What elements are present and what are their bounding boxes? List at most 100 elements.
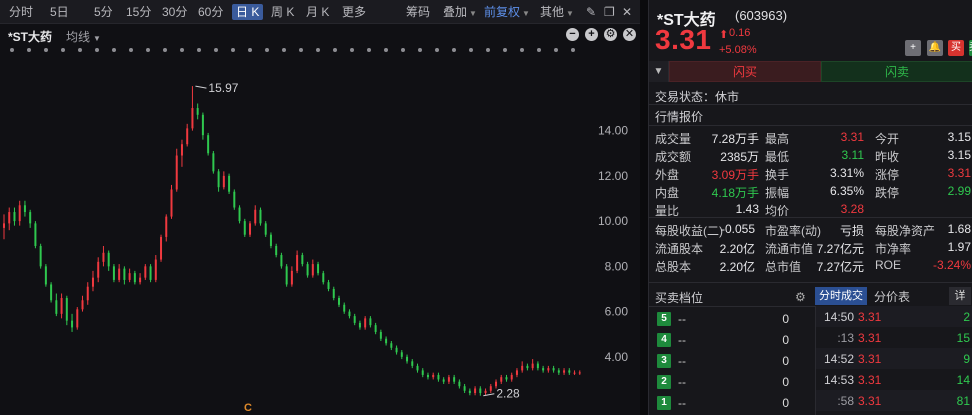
event-marker-dot[interactable]	[163, 48, 167, 52]
last-price: 3.31	[655, 24, 712, 55]
candle-body	[112, 266, 115, 280]
other-dropdown[interactable]: 其他 ▼	[540, 4, 574, 20]
period-5min[interactable]: 5分	[94, 4, 113, 20]
tab-detail[interactable]: 详	[949, 287, 971, 305]
period-60min[interactable]: 60分	[198, 4, 223, 20]
candle	[8, 207, 11, 231]
event-marker-dot[interactable]	[10, 48, 14, 52]
kline-chart[interactable]: 14.00 12.00 10.00 8.00 6.00 4.00 15.97 2.28 C	[0, 46, 640, 415]
candle-body	[180, 144, 183, 156]
event-marker-dot[interactable]	[44, 48, 48, 52]
event-marker-dot[interactable]	[537, 48, 541, 52]
event-marker-dot[interactable]	[27, 48, 31, 52]
chart-panel: 分时 5日 5分 15分 30分 60分 日 K 周 K 月 K 更多 筹码 叠…	[0, 0, 640, 415]
event-marker-dot[interactable]	[146, 48, 150, 52]
chips-button[interactable]: 筹码	[406, 4, 430, 20]
candle	[479, 386, 482, 396]
candle	[432, 372, 435, 380]
period-monthly[interactable]: 月 K	[306, 4, 329, 20]
event-marker-dot[interactable]	[333, 48, 337, 52]
period-5day[interactable]: 5日	[50, 4, 69, 20]
buy-button[interactable]: 买	[948, 40, 964, 56]
event-marker-dot[interactable]	[571, 48, 575, 52]
event-marker-dot[interactable]	[316, 48, 320, 52]
candle-body	[264, 223, 267, 235]
collapse-icon[interactable]: ▼	[649, 61, 669, 82]
event-marker-dot[interactable]	[452, 48, 456, 52]
fundamental-label: 每股收益(二)	[655, 224, 723, 238]
close-icon[interactable]: ✕	[623, 28, 636, 41]
event-marker-dot[interactable]	[401, 48, 405, 52]
event-marker-dot[interactable]	[435, 48, 439, 52]
event-marker-dot[interactable]	[61, 48, 65, 52]
zoom-out-icon[interactable]: −	[566, 28, 579, 41]
flash-sell-button[interactable]: 闪卖	[821, 61, 972, 82]
event-marker-dot[interactable]	[469, 48, 473, 52]
event-marker-dot[interactable]	[350, 48, 354, 52]
tick-price: 3.31	[858, 394, 882, 408]
ma-label: 均线	[66, 30, 91, 44]
period-intraday[interactable]: 分时	[9, 4, 33, 20]
close-icon[interactable]: ✕	[622, 4, 632, 20]
period-30min[interactable]: 30分	[162, 4, 187, 20]
candle-body	[186, 128, 189, 145]
event-marker-dot[interactable]	[384, 48, 388, 52]
period-15min[interactable]: 15分	[126, 4, 151, 20]
tab-ticks[interactable]: 分时成交	[815, 287, 867, 305]
event-marker-dot[interactable]	[78, 48, 82, 52]
bid-price: --	[678, 396, 686, 410]
event-marker-dot[interactable]	[95, 48, 99, 52]
event-marker-dot[interactable]	[180, 48, 184, 52]
edit-icon[interactable]: ✎	[586, 4, 596, 20]
event-marker-dot[interactable]	[197, 48, 201, 52]
settings-icon[interactable]: ⚙	[604, 28, 617, 41]
event-marker-dot[interactable]	[129, 48, 133, 52]
quote-row: 外盘 3.09万手 换手 3.31% 涨停 3.31	[649, 164, 972, 182]
candle-body	[144, 266, 147, 278]
tick-time: 14:53	[823, 373, 854, 387]
event-marker-dot[interactable]	[367, 48, 371, 52]
event-markers[interactable]	[10, 48, 575, 52]
adjust-dropdown[interactable]: 前复权 ▼	[484, 4, 530, 20]
candle	[13, 207, 16, 226]
event-marker-dot[interactable]	[214, 48, 218, 52]
candle-body	[317, 264, 320, 274]
gear-icon[interactable]: ⚙	[795, 290, 806, 304]
alert-bell-icon[interactable]: 🔔	[927, 40, 943, 56]
y-tick-label: 4.00	[605, 350, 629, 364]
divider	[649, 104, 972, 105]
candle	[86, 282, 89, 305]
restore-icon[interactable]: ❐	[604, 4, 615, 20]
candle	[97, 257, 100, 283]
candle	[29, 209, 32, 228]
event-marker-dot[interactable]	[248, 48, 252, 52]
event-marker-dot[interactable]	[112, 48, 116, 52]
zoom-in-icon[interactable]: +	[585, 28, 598, 41]
ma-dropdown[interactable]: 均线 ▼	[66, 28, 101, 45]
trade-status: 交易状态：休市	[655, 90, 740, 104]
event-marker-dot[interactable]	[265, 48, 269, 52]
panel-divider[interactable]	[640, 0, 648, 415]
event-marker-dot[interactable]	[299, 48, 303, 52]
period-weekly[interactable]: 周 K	[271, 4, 294, 20]
overlay-dropdown[interactable]: 叠加 ▼	[443, 4, 477, 20]
event-marker-dot[interactable]	[520, 48, 524, 52]
bid-volume: 0	[782, 396, 789, 410]
flash-buy-button[interactable]: 闪买	[669, 61, 821, 82]
event-marker-dot[interactable]	[554, 48, 558, 52]
period-more[interactable]: 更多	[342, 4, 366, 20]
event-marker-dot[interactable]	[486, 48, 490, 52]
quote-label: 涨停	[875, 168, 900, 182]
candle-body	[416, 365, 419, 371]
period-daily[interactable]: 日 K	[232, 4, 264, 20]
event-marker-c[interactable]: C	[244, 402, 252, 414]
quote-label: 跌停	[875, 186, 900, 200]
event-marker-dot[interactable]	[418, 48, 422, 52]
event-marker-dot[interactable]	[231, 48, 235, 52]
add-watchlist-button[interactable]: +	[905, 40, 921, 56]
event-marker-dot[interactable]	[282, 48, 286, 52]
fundamental-value: 7.27亿元	[816, 260, 864, 274]
tab-price-table[interactable]: 分价表	[874, 288, 910, 305]
event-marker-dot[interactable]	[503, 48, 507, 52]
quote-value: 3.15	[947, 130, 971, 144]
